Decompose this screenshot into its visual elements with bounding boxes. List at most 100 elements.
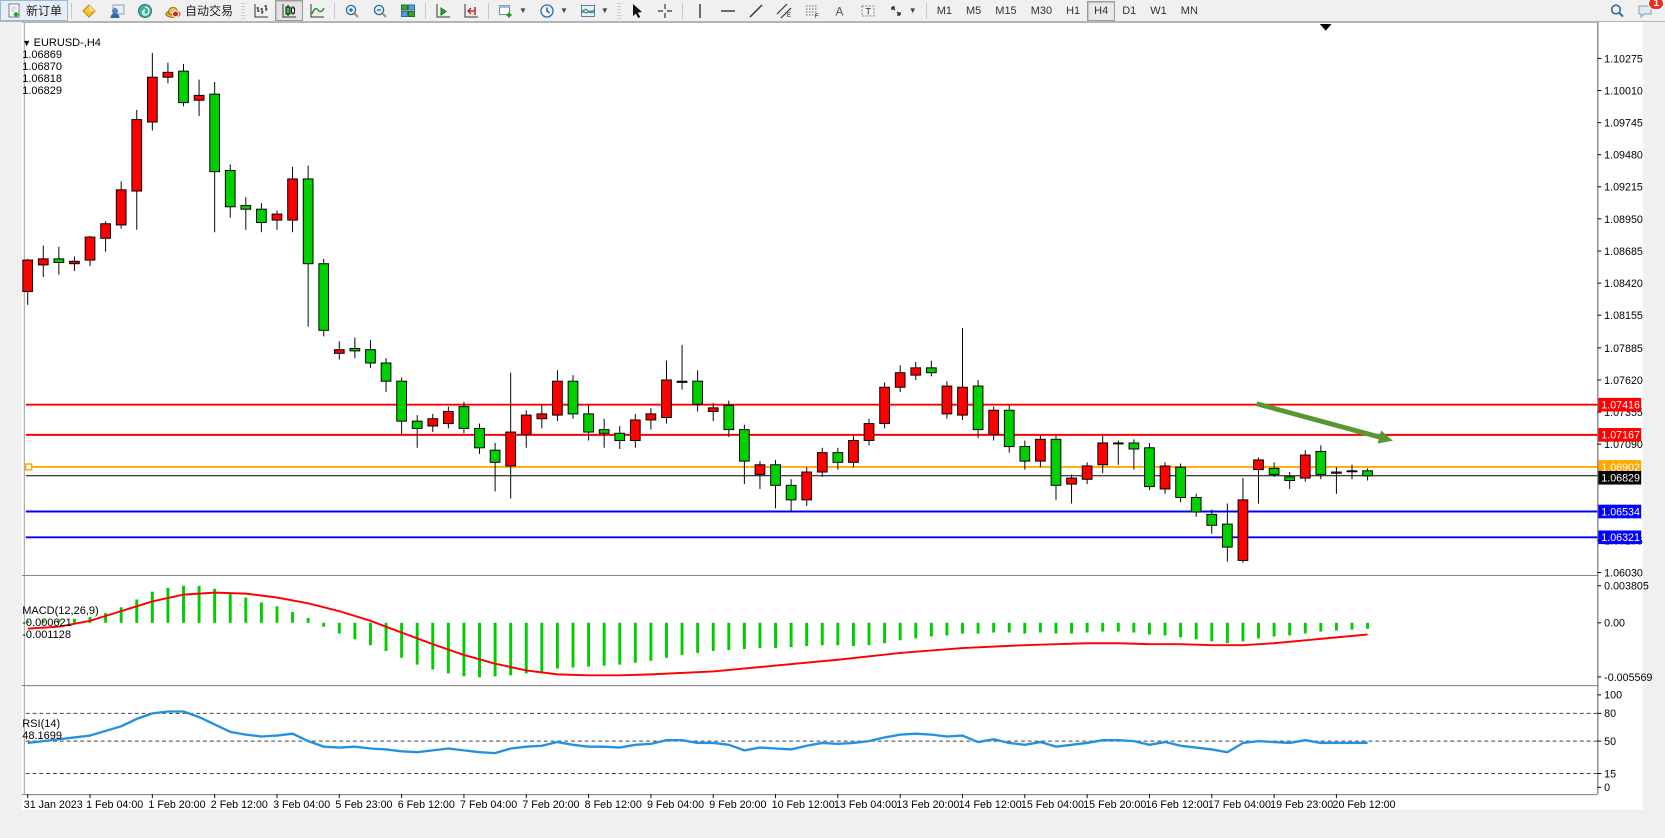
- templates-button[interactable]: ▼: [574, 0, 615, 21]
- timeframe-m1[interactable]: M1: [930, 1, 959, 21]
- separator: [488, 3, 489, 19]
- svg-text:13 Feb 20:00: 13 Feb 20:00: [896, 799, 959, 811]
- market-watch-button[interactable]: [75, 0, 103, 21]
- separator: [682, 3, 683, 19]
- trendline-tool[interactable]: [742, 0, 770, 21]
- svg-text:1.07885: 1.07885: [1604, 343, 1643, 355]
- text-label-icon: T: [860, 3, 876, 19]
- notifications-button[interactable]: 1: [1631, 0, 1659, 21]
- new-order-icon: [6, 3, 22, 19]
- svg-text:A: A: [835, 4, 843, 18]
- svg-text:8 Feb 12:00: 8 Feb 12:00: [585, 799, 642, 811]
- text-tool[interactable]: A: [826, 0, 854, 21]
- symbol-collapse-icon[interactable]: ▼: [22, 38, 33, 48]
- main-toolbar: 新订单 自动交易: [0, 0, 1665, 22]
- svg-text:1.09745: 1.09745: [1604, 118, 1643, 130]
- svg-text:1.08950: 1.08950: [1604, 214, 1643, 226]
- channel-tool[interactable]: E: [770, 0, 798, 21]
- zoom-in-icon: [344, 3, 360, 19]
- svg-text:0.003805: 0.003805: [1604, 581, 1649, 593]
- fibonacci-icon: F: [804, 3, 820, 19]
- zoom-in-button[interactable]: [338, 0, 366, 21]
- timeframe-h1[interactable]: H1: [1059, 1, 1087, 21]
- separator: [334, 3, 335, 19]
- svg-text:1.08155: 1.08155: [1604, 310, 1643, 322]
- tile-windows-button[interactable]: [394, 0, 422, 21]
- bars-chart-button[interactable]: [247, 0, 275, 21]
- quote-high: 1.06870: [22, 61, 62, 73]
- auto-scroll-icon: [435, 3, 451, 19]
- chart-window[interactable]: 1.102751.100101.097451.094801.092151.089…: [0, 22, 1665, 838]
- zoom-out-button[interactable]: [366, 0, 394, 21]
- horizontal-line-tool[interactable]: [714, 0, 742, 21]
- bars-chart-icon: [253, 3, 269, 19]
- timeframe-m30[interactable]: M30: [1024, 1, 1059, 21]
- chart-canvas[interactable]: 1.102751.100101.097451.094801.092151.089…: [0, 22, 1665, 838]
- svg-text:1.06829: 1.06829: [1601, 473, 1640, 485]
- svg-text:16 Feb 12:00: 16 Feb 12:00: [1146, 799, 1209, 811]
- toolbar-grip: [617, 3, 621, 19]
- chart-symbol-label: EURUSD-,H4: [34, 37, 101, 49]
- new-chart-button[interactable]: ▼: [492, 0, 533, 21]
- svg-text:1.06534: 1.06534: [1601, 506, 1640, 518]
- svg-text:1.07620: 1.07620: [1604, 375, 1643, 387]
- timeframe-mn[interactable]: MN: [1174, 1, 1205, 21]
- period-button[interactable]: ▼: [533, 0, 574, 21]
- separator: [71, 3, 72, 19]
- svg-text:15 Feb 04:00: 15 Feb 04:00: [1021, 799, 1084, 811]
- autotrading-hat-icon: [165, 3, 181, 19]
- new-chart-icon: [498, 3, 514, 19]
- svg-text:1 Feb 20:00: 1 Feb 20:00: [148, 799, 205, 811]
- line-chart-button[interactable]: [303, 0, 331, 21]
- svg-text:0: 0: [1604, 782, 1610, 794]
- chart-shift-button[interactable]: [457, 0, 485, 21]
- svg-text:13 Feb 04:00: 13 Feb 04:00: [834, 799, 897, 811]
- template-icon: [580, 3, 596, 19]
- cursor-arrow-icon: [629, 3, 645, 19]
- svg-text:1.06321: 1.06321: [1601, 532, 1640, 544]
- timeframe-m5[interactable]: M5: [959, 1, 988, 21]
- crosshair-icon: [657, 3, 673, 19]
- svg-text:20 Feb 12:00: 20 Feb 12:00: [1333, 799, 1396, 811]
- timeframe-h4[interactable]: H4: [1087, 1, 1115, 21]
- arrows-tool[interactable]: ▼: [882, 0, 923, 21]
- dropdown-caret-icon: ▼: [909, 6, 917, 15]
- svg-text:1.06030: 1.06030: [1604, 567, 1643, 579]
- svg-text:15 Feb 20:00: 15 Feb 20:00: [1083, 799, 1146, 811]
- data-window-button[interactable]: [131, 0, 159, 21]
- toolbar-right: 1: [1603, 0, 1659, 21]
- equidistant-channel-icon: E: [776, 3, 792, 19]
- svg-text:7 Feb 20:00: 7 Feb 20:00: [522, 799, 579, 811]
- svg-text:5 Feb 23:00: 5 Feb 23:00: [335, 799, 392, 811]
- svg-text:50: 50: [1604, 736, 1616, 748]
- navigator-button[interactable]: [103, 0, 131, 21]
- svg-text:14 Feb 12:00: 14 Feb 12:00: [959, 799, 1022, 811]
- svg-text:17 Feb 04:00: 17 Feb 04:00: [1208, 799, 1271, 811]
- dropdown-caret-icon: ▼: [560, 6, 568, 15]
- timeframe-d1[interactable]: D1: [1115, 1, 1143, 21]
- candles-chart-icon: [281, 3, 297, 19]
- chart-shift-icon: [463, 3, 479, 19]
- search-button[interactable]: [1603, 0, 1631, 21]
- vertical-line-tool[interactable]: [686, 0, 714, 21]
- autotrading-button[interactable]: 自动交易: [159, 0, 239, 21]
- timeframe-m15[interactable]: M15: [988, 1, 1023, 21]
- macd-name: MACD(12,26,9): [22, 605, 98, 617]
- svg-text:1.10275: 1.10275: [1604, 53, 1643, 65]
- candles-chart-button[interactable]: [275, 0, 303, 21]
- timeframe-bar: M1M5M15M30H1H4D1W1MN: [930, 1, 1205, 21]
- line-chart-icon: [309, 3, 325, 19]
- cursor-tool-button[interactable]: [623, 0, 651, 21]
- new-order-button[interactable]: 新订单: [0, 0, 68, 21]
- radar-icon: [137, 3, 153, 19]
- crosshair-tool-button[interactable]: [651, 0, 679, 21]
- chart-header: ▼ EURUSD-,H4 1.06869 1.06870 1.06818 1.0…: [10, 25, 104, 109]
- tile-windows-icon: [400, 3, 416, 19]
- vertical-line-icon: [692, 3, 708, 19]
- timeframe-w1[interactable]: W1: [1143, 1, 1174, 21]
- zoom-out-icon: [372, 3, 388, 19]
- text-label-tool[interactable]: T: [854, 0, 882, 21]
- fibonacci-tool[interactable]: F: [798, 0, 826, 21]
- auto-scroll-button[interactable]: [429, 0, 457, 21]
- svg-text:T: T: [865, 6, 871, 16]
